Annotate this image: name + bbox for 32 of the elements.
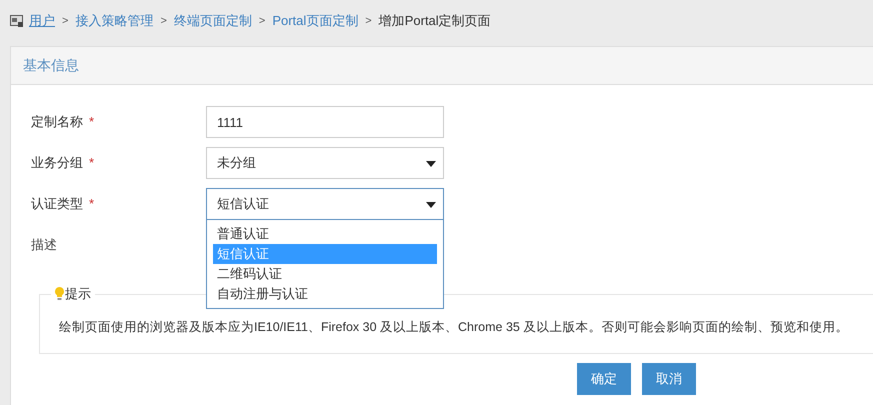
breadcrumb-link[interactable]: Portal页面定制 — [272, 11, 358, 31]
breadcrumb-link[interactable]: 用户 — [29, 11, 55, 31]
dropdown-option[interactable]: 短信认证 — [213, 244, 437, 264]
select-field[interactable]: 未分组 — [206, 147, 444, 179]
breadcrumb-link[interactable]: 终端页面定制 — [174, 11, 252, 31]
cancel-button[interactable]: 取消 — [642, 363, 696, 395]
dropdown-option[interactable]: 二维码认证 — [213, 264, 437, 284]
dropdown-option[interactable]: 自动注册与认证 — [213, 284, 437, 304]
required-mark: * — [89, 154, 94, 172]
breadcrumb-link[interactable]: 接入策略管理 — [75, 11, 154, 31]
panel-title: 基本信息 — [23, 56, 79, 75]
lightbulb-icon — [55, 286, 64, 301]
field-label: 描述 — [31, 236, 57, 254]
required-mark: * — [89, 113, 94, 132]
hint-title: 提示 — [65, 285, 91, 303]
breadcrumb-separator: > — [364, 14, 373, 29]
field-label: 业务分组 — [31, 154, 83, 172]
field-label: 定制名称 — [31, 113, 83, 132]
breadcrumb-separator: > — [159, 14, 168, 29]
hint-text: 绘制页面使用的浏览器及版本应为IE10/IE11、Firefox 30 及以上版本、Chrome 35 及以上版本。否则可能会影响页面的绘制、预览和使用。 — [59, 319, 848, 336]
caret-icon — [426, 161, 436, 167]
dropdown-option[interactable]: 普通认证 — [213, 224, 437, 244]
required-mark: * — [89, 195, 94, 214]
breadcrumb-current: 增加Portal定制页面 — [378, 12, 491, 30]
select-field[interactable]: 短信认证 — [206, 188, 444, 220]
text-field[interactable]: 1111 — [206, 106, 444, 138]
breadcrumb-separator: > — [61, 14, 70, 29]
confirm-button[interactable]: 确定 — [577, 363, 631, 395]
page-icon — [10, 14, 24, 28]
caret-icon — [426, 202, 436, 208]
field-label: 认证类型 — [31, 195, 83, 214]
breadcrumb-separator: > — [258, 14, 266, 29]
